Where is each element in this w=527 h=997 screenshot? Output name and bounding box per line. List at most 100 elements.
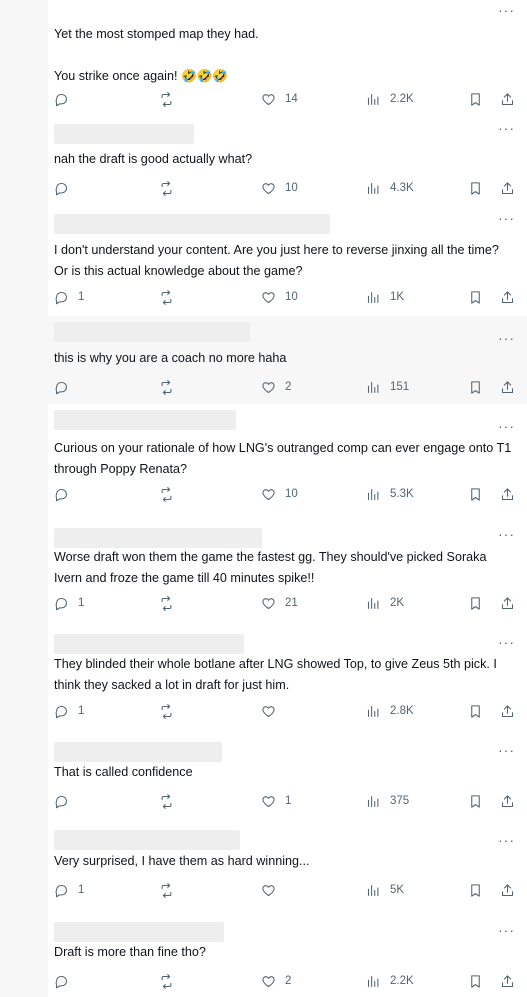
more-options-icon[interactable]: ··· [498,742,515,758]
reply-button[interactable]: 1 [54,592,84,614]
reply-tweet[interactable]: ··· That is called confidence 1 375 [48,730,527,821]
bookmark-button[interactable] [468,879,483,901]
bookmark-icon [471,181,480,195]
more-options-icon[interactable]: ··· [498,832,515,848]
repost-button[interactable] [159,700,174,722]
bookmark-button[interactable] [468,286,483,308]
share-button[interactable] [500,592,515,614]
share-button[interactable] [500,970,515,992]
bookmark-button[interactable] [468,483,483,505]
reply-button[interactable]: 1 [54,700,84,722]
like-button[interactable]: 21 [261,592,298,614]
more-options-icon[interactable]: ··· [498,922,515,938]
views-button[interactable]: 2.2K [366,88,414,110]
views-icon [367,291,379,303]
views-button[interactable]: 1K [366,286,404,308]
reply-button[interactable]: 1 [54,286,84,308]
reply-button[interactable] [54,376,78,398]
reply-button[interactable] [54,88,78,110]
views-button[interactable]: 375 [366,790,409,812]
share-button[interactable] [500,286,515,308]
repost-button[interactable] [159,970,174,992]
views-button[interactable]: 2.2K [366,970,414,992]
reply-tweet[interactable]: ··· this is why you are a coach no more … [48,316,527,405]
reply-button[interactable] [54,177,78,199]
like-button[interactable]: 2 [261,376,291,398]
like-count: 2 [285,381,292,393]
like-button[interactable]: 14 [261,88,298,110]
repost-button[interactable] [159,592,174,614]
more-options-icon[interactable]: ··· [498,418,515,434]
action-bar: 1 21 2K [54,592,516,614]
reply-tweet[interactable]: ··· I don't understand your content. Are… [48,208,527,317]
reply-count: 1 [78,705,85,717]
blurred-author [54,922,224,942]
like-count: 14 [285,93,298,105]
like-button[interactable]: 2 [261,970,291,992]
reply-count: 1 [78,291,85,303]
reply-tweet[interactable]: ··· They blinded their whole botlane aft… [48,620,527,731]
repost-button[interactable] [159,483,174,505]
more-options-icon[interactable]: ··· [498,634,515,650]
bookmark-icon [471,487,480,501]
reply-tweet[interactable]: ··· Yet the most stomped map they had. Y… [48,0,527,119]
reply-tweet[interactable]: ··· Very surprised, I have them as hard … [48,820,527,911]
like-button[interactable]: 10 [261,177,298,199]
share-button[interactable] [500,376,515,398]
views-button[interactable]: 5.3K [366,483,414,505]
like-icon [262,381,275,393]
share-button[interactable] [500,879,515,901]
repost-button[interactable] [159,177,174,199]
share-button[interactable] [500,88,515,110]
like-button[interactable] [261,700,285,722]
repost-button[interactable] [159,879,174,901]
reply-button[interactable] [54,970,78,992]
views-button[interactable]: 4.3K [366,177,414,199]
more-options-icon[interactable]: ··· [498,2,515,18]
blurred-author [54,528,262,548]
repost-button[interactable] [159,88,174,110]
reply-tweet[interactable]: ··· Draft is more than fine tho? 2 2.2K [48,910,527,997]
bookmark-icon [471,974,480,988]
share-button[interactable] [500,177,515,199]
bookmark-button[interactable] [468,376,483,398]
blurred-author [54,214,330,234]
reply-tweet[interactable]: ··· Curious on your rationale of how LNG… [48,404,527,513]
share-button[interactable] [500,700,515,722]
share-button[interactable] [500,790,515,812]
like-button[interactable]: 10 [261,286,298,308]
more-options-icon[interactable]: ··· [498,210,515,226]
views-button[interactable]: 151 [366,376,409,398]
views-button[interactable]: 5K [366,879,404,901]
repost-icon [161,91,172,107]
views-button[interactable]: 2.8K [366,700,414,722]
reply-text: Yet the most stomped map they had. You s… [54,27,259,83]
like-button[interactable]: 10 [261,483,298,505]
more-options-icon[interactable]: ··· [498,526,515,542]
bookmark-button[interactable] [468,177,483,199]
repost-button[interactable] [159,286,174,308]
reply-button[interactable] [54,790,78,812]
view-count: 375 [390,795,410,807]
reply-button[interactable] [54,483,78,505]
repost-icon [161,973,172,989]
repost-button[interactable] [159,790,174,812]
bookmark-icon [471,883,480,897]
like-button[interactable] [261,879,285,901]
reply-tweet[interactable]: ··· nah the draft is good actually what?… [48,118,527,209]
reply-button[interactable]: 1 [54,879,84,901]
bookmark-button[interactable] [468,88,483,110]
views-button[interactable]: 2K [366,592,404,614]
share-button[interactable] [500,483,515,505]
bookmark-button[interactable] [468,700,483,722]
like-button[interactable]: 1 [261,790,291,812]
bookmark-button[interactable] [468,970,483,992]
reply-tweet[interactable]: ··· Worse draft won them the game the fa… [48,512,527,621]
more-options-icon[interactable]: ··· [498,330,515,346]
share-icon [501,704,514,717]
more-options-icon[interactable]: ··· [498,120,515,136]
repost-button[interactable] [159,376,174,398]
like-count: 21 [285,597,298,609]
bookmark-button[interactable] [468,790,483,812]
bookmark-button[interactable] [468,592,483,614]
